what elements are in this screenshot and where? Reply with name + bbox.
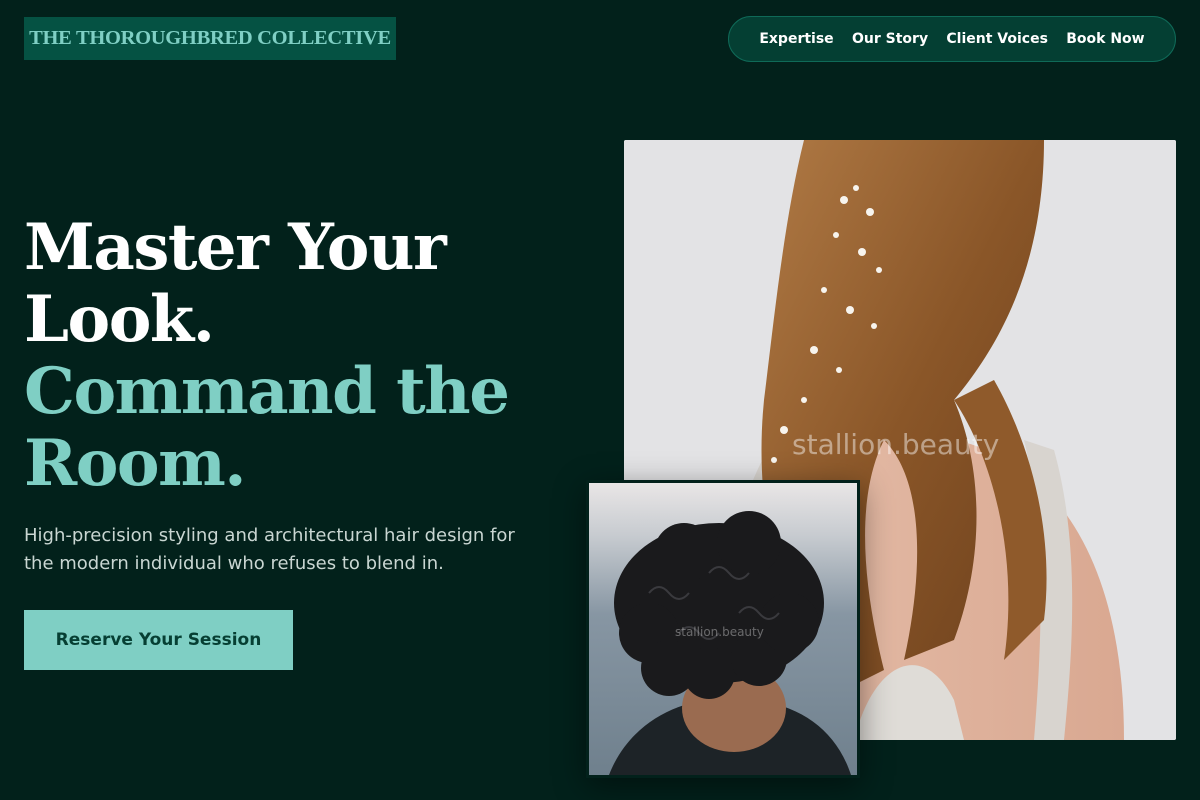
nav-link-expertise[interactable]: Expertise [759,31,833,47]
brand-logo[interactable]: THE THOROUGHBRED COLLECTIVE [24,17,396,60]
hero-image-man-curls: stallion.beauty [586,480,860,778]
nav-link-our-story[interactable]: Our Story [852,31,928,47]
hero-subtext: High-precision styling and architectural… [24,525,515,574]
headline-line-2: Look. [24,282,215,357]
reserve-session-button[interactable]: Reserve Your Session [24,610,293,670]
hero-headline: Master Your Look. Command the Room. [24,212,584,500]
nav-link-book-now[interactable]: Book Now [1066,31,1144,47]
nav-link-client-voices[interactable]: Client Voices [946,31,1048,47]
man-curls-illustration [589,483,857,775]
headline-line-1: Master Your [24,210,447,285]
headline-line-3: Command the [24,354,510,429]
headline-line-4: Room. [24,426,247,501]
main-nav: Expertise Our Story Client Voices Book N… [728,16,1176,62]
